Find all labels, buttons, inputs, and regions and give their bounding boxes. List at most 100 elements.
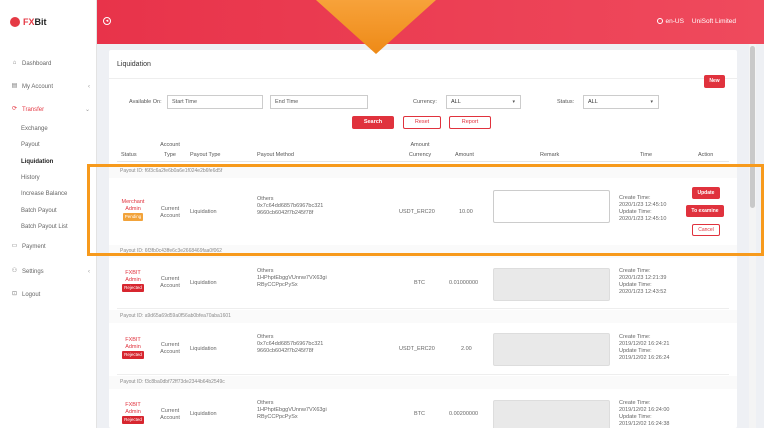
home-icon: ⌂ xyxy=(12,60,17,66)
sidebar-subitem-increase-balance[interactable]: Increase Balance xyxy=(0,186,97,202)
table-cell-status: FXBIT Admin Rejected xyxy=(117,337,149,359)
highlight-box xyxy=(87,164,764,256)
chevron-down-icon: ▾ xyxy=(512,99,515,105)
column-header-status: Status xyxy=(121,152,137,158)
sidebar-item-payment[interactable]: ▭ Payment xyxy=(0,235,97,258)
sidebar-subitem-history[interactable]: History xyxy=(0,170,97,186)
currency-selected-value: ALL xyxy=(451,99,461,105)
chevron-down-icon: ⌄ xyxy=(84,107,90,113)
sidebar-item-dashboard[interactable]: ⌂ Dashboard xyxy=(0,52,97,75)
column-header-payout-method: Payout Method xyxy=(257,152,294,158)
remark-input xyxy=(493,333,610,366)
status-role: Admin xyxy=(125,277,141,283)
account-icon: ▤ xyxy=(11,83,18,89)
sidebar-item-label: Payment xyxy=(22,243,46,250)
report-button[interactable]: Report xyxy=(449,116,491,129)
table-cell-time: Create Time: 2019/12/02 16:24:00 Update T… xyxy=(619,400,670,427)
column-header-account-type: Account Type xyxy=(160,142,180,158)
table-cell-payout-type: Liquidation xyxy=(190,280,217,286)
table-cell-status: FXBIT Admin Rejected xyxy=(117,402,149,424)
status-selected-value: ALL xyxy=(588,99,598,105)
currency-select[interactable]: ALL ▾ xyxy=(446,95,521,109)
chevron-down-icon: ▾ xyxy=(650,99,653,105)
divider xyxy=(117,161,729,162)
menu-toggle-icon[interactable]: ◂ xyxy=(103,17,111,25)
status-select[interactable]: ALL ▾ xyxy=(583,95,659,109)
available-on-label: Available On: xyxy=(129,99,162,105)
table-cell-account-type: Current Account xyxy=(160,276,180,289)
sidebar-item-transfer[interactable]: ⟳ Transfer ⌄ xyxy=(0,98,97,121)
card-icon: ▭ xyxy=(11,243,18,250)
logout-icon: ⊡ xyxy=(11,291,18,298)
sidebar-item-label: Logout xyxy=(22,291,41,298)
start-time-input[interactable]: Start Time xyxy=(167,95,263,109)
end-time-input[interactable]: End Time xyxy=(270,95,368,109)
status-origin: FXBIT xyxy=(125,337,141,343)
column-header-time: Time xyxy=(640,152,653,158)
sidebar-subitem-batch-payout[interactable]: Batch Payout xyxy=(0,202,97,218)
table-cell-currency: BTC xyxy=(414,280,425,286)
table-cell-payout-method: Others 1HPhptEbggVUnnw7VX63gi RByCCPpcPySx xyxy=(257,400,327,420)
column-header-action: Action xyxy=(698,152,714,158)
sidebar-item-settings[interactable]: ⚇ Settings ‹ xyxy=(0,260,97,283)
status-role: Admin xyxy=(125,344,141,350)
column-header-payout-type: Payout Type xyxy=(190,152,221,158)
transfer-icon: ⟳ xyxy=(11,106,18,112)
table-cell-amount: 0.01000000 xyxy=(449,280,479,286)
payout-id: Payout ID: f3c8ba0dbf72ff73de2344b64b254… xyxy=(120,379,225,385)
status-role: Admin xyxy=(125,409,141,415)
chevron-left-icon: ‹ xyxy=(88,83,90,90)
table-cell-payout-method: Others 1HPhptEbggVUnnw7VX63gi RByCCPpcPySx xyxy=(257,268,327,288)
users-icon: ⚇ xyxy=(11,268,18,275)
status-badge: Rejected xyxy=(122,284,144,292)
sidebar-item-label: Settings xyxy=(22,268,44,275)
status-label: Status: xyxy=(557,99,575,105)
language-label: en-US xyxy=(665,18,684,25)
language-selector[interactable]: en-US xyxy=(657,18,684,25)
brand-prefix: FX xyxy=(23,17,35,27)
chevron-left-icon: ‹ xyxy=(88,268,90,275)
table-cell-currency: BTC xyxy=(414,411,425,417)
sidebar: FXBit ⌂ Dashboard ▤ My Account ‹ ⟳ Trans… xyxy=(0,0,97,428)
divider xyxy=(117,374,729,375)
sidebar-subitem-liquidation[interactable]: Liquidation xyxy=(0,154,97,170)
divider xyxy=(109,78,737,79)
table-cell-payout-method: Others 0x7c64dd6857b6967bc321 9660cb6042f7… xyxy=(257,334,324,354)
table-cell-amount: 2.00 xyxy=(461,346,472,352)
column-header-amount: Amount xyxy=(455,152,474,158)
new-button[interactable]: New xyxy=(704,75,725,88)
sidebar-item-logout[interactable]: ⊡ Logout xyxy=(0,283,97,306)
table-cell-status: FXBIT Admin Rejected xyxy=(117,270,149,292)
status-origin: FXBIT xyxy=(125,270,141,276)
search-button[interactable]: Search xyxy=(352,116,394,129)
sidebar-subitem-exchange[interactable]: Exchange xyxy=(0,121,97,137)
remark-input xyxy=(493,400,610,428)
sidebar-item-label: Transfer xyxy=(22,106,45,113)
globe-icon xyxy=(657,18,664,24)
table-cell-payout-type: Liquidation xyxy=(190,346,217,352)
status-badge: Rejected xyxy=(122,416,144,424)
table-cell-time: Create Time: 2020/1/23 12:21:39 Update Ti… xyxy=(619,268,667,295)
brand-logo[interactable]: FXBit xyxy=(0,0,96,44)
payout-id: Payout ID: a9d65a69d59a0f56ab0bfea70aba1… xyxy=(120,313,231,319)
sidebar-item-my-account[interactable]: ▤ My Account ‹ xyxy=(0,75,97,98)
page-title: Liquidation xyxy=(117,61,151,68)
status-badge: Rejected xyxy=(122,351,144,359)
sidebar-subitem-payout[interactable]: Payout xyxy=(0,137,97,153)
logo-icon xyxy=(10,17,20,27)
table-cell-currency: USDT_ERC20 xyxy=(399,346,435,352)
sidebar-nav: ⌂ Dashboard ▤ My Account ‹ ⟳ Transfer ⌄ … xyxy=(0,52,97,306)
table-cell-amount: 0.00200000 xyxy=(449,411,479,417)
reset-button[interactable]: Reset xyxy=(403,116,441,129)
column-header-amount-currency: Amount Currency xyxy=(408,142,432,158)
brand-suffix: Bit xyxy=(34,17,47,27)
pointer-arrow-icon xyxy=(316,0,436,54)
sidebar-item-label: My Account xyxy=(22,83,54,90)
sidebar-subitem-batch-payout-list[interactable]: Batch Payout List xyxy=(0,219,97,235)
table-cell-account-type: Current Account xyxy=(160,342,180,355)
divider xyxy=(117,308,729,309)
table-cell-payout-type: Liquidation xyxy=(190,411,217,417)
company-name[interactable]: UniSoft Limited xyxy=(692,18,736,25)
column-header-remark: Remark xyxy=(540,152,560,158)
remark-input xyxy=(493,268,610,301)
